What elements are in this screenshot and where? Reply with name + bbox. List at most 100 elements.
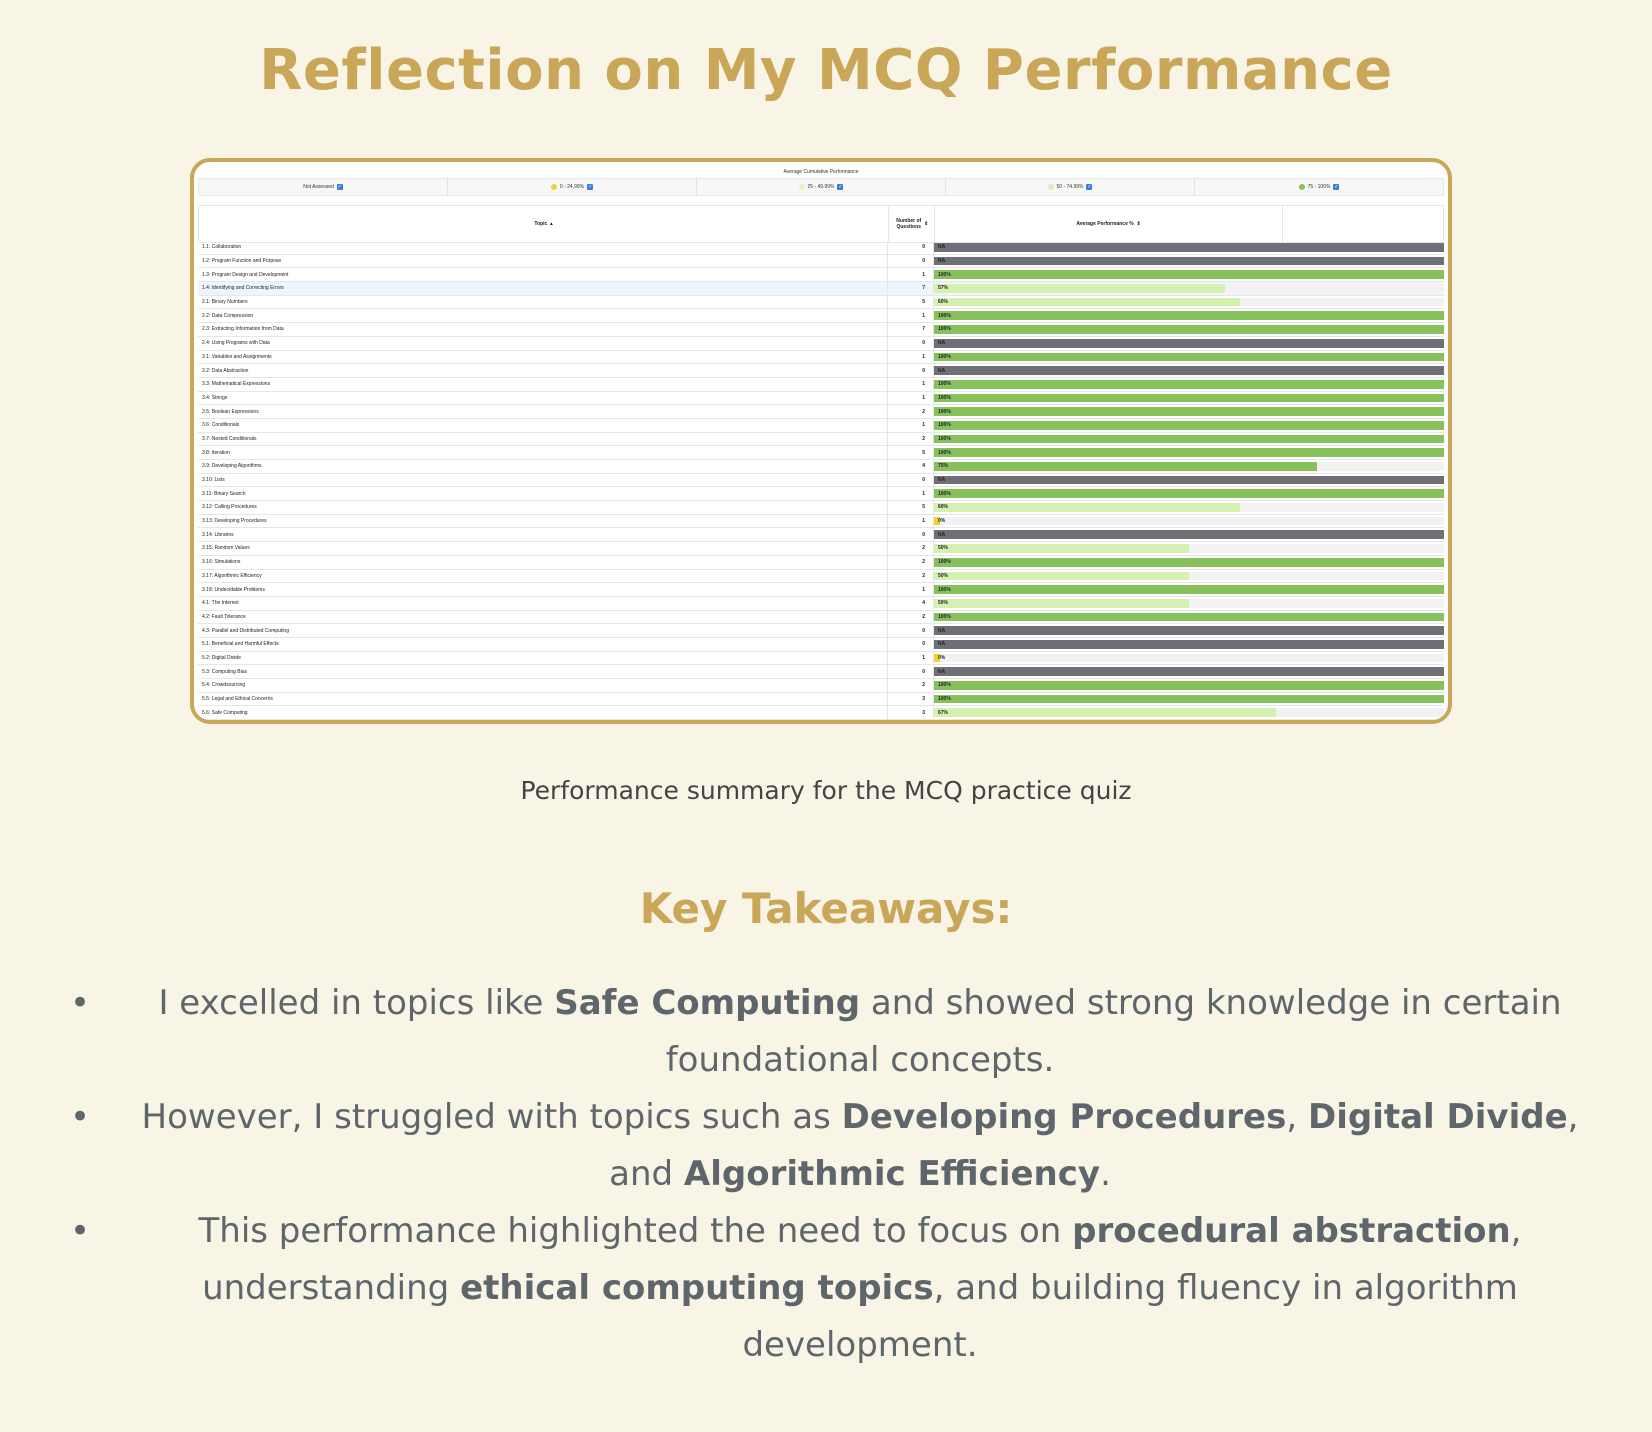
- table-row[interactable]: 1.1: Collaboration 0 NA: [198, 241, 1444, 255]
- performance-label: 100%: [938, 326, 951, 333]
- table-row[interactable]: 5.2: Digital Divide 1 0%: [198, 651, 1444, 666]
- checkbox-icon[interactable]: ✓: [1086, 184, 1093, 190]
- performance-bar-cell: NA: [934, 364, 1444, 377]
- table-row[interactable]: 3.16: Simulations 2 100%: [198, 555, 1444, 570]
- question-count-cell: 5: [888, 295, 934, 309]
- topic-cell: 5.5: Legal and Ethical Concerns: [198, 692, 888, 706]
- table-row[interactable]: 3.11: Binary Search 1 100%: [198, 487, 1444, 502]
- table-row[interactable]: 4.1: The Internet 4 50%: [198, 596, 1444, 611]
- performance-label: 60%: [938, 504, 949, 511]
- performance-bar: [934, 544, 1189, 553]
- table-row[interactable]: 1.3: Program Design and Development 1 100%: [198, 268, 1444, 283]
- table-row[interactable]: 3.3: Mathematical Expressions 1 100%: [198, 377, 1444, 392]
- legend-label: 25 - 49.99%: [807, 184, 835, 190]
- performance-label: 100%: [938, 312, 951, 319]
- checkbox-icon[interactable]: ✓: [336, 184, 343, 190]
- performance-label: 50%: [938, 600, 949, 607]
- table-row[interactable]: 3.15: Random Values 2 50%: [198, 542, 1444, 556]
- legend-item[interactable]: 25 - 49.99% ✓: [697, 179, 946, 195]
- legend-item[interactable]: 50 - 74.99% ✓: [946, 179, 1195, 195]
- table-row[interactable]: 5.6: Safe Computing 3 67%: [198, 706, 1444, 720]
- emphasis-text: Developing Procedures: [841, 1097, 1287, 1137]
- table-row[interactable]: 3.14: Libraries 0 NA: [198, 528, 1444, 543]
- table-row[interactable]: 5.4: Crowdsourcing 2 100%: [198, 679, 1444, 693]
- table-row[interactable]: 3.9: Developing Algorithms 4 75%: [198, 460, 1444, 474]
- checkbox-icon[interactable]: ✓: [837, 184, 844, 190]
- table-row[interactable]: 3.1: Variables and Assignments 1 100%: [198, 350, 1444, 365]
- table-row[interactable]: 4.3: Parallel and Distributed Computing 0…: [198, 624, 1444, 638]
- table-row[interactable]: 2.3: Extracting Information from Data 7 10…: [198, 323, 1444, 337]
- question-count-cell: 2: [888, 405, 934, 418]
- performance-bar: [934, 338, 1444, 348]
- performance-bar: [934, 284, 1225, 293]
- performance-bar-cell: 100%: [934, 487, 1444, 500]
- table-row[interactable]: 3.2: Data Abstraction 0 NA: [198, 364, 1444, 378]
- performance-bar: [934, 626, 1444, 635]
- table-row[interactable]: 3.13: Developing Procedures 1 0%: [198, 514, 1444, 529]
- table-row[interactable]: 4.2: Fault Tolerance 2 100%: [198, 610, 1444, 625]
- performance-bar-cell: 100%: [934, 309, 1444, 322]
- table-row[interactable]: 3.10: Lists 0 NA: [198, 473, 1444, 488]
- performance-label: 100%: [938, 422, 951, 429]
- performance-bar: [934, 325, 1444, 334]
- table-row[interactable]: 2.4: Using Programs with Data 0 NA: [198, 336, 1444, 351]
- question-count-cell: 2: [888, 432, 934, 446]
- table-row[interactable]: 2.2: Data Compression 1 100%: [198, 309, 1444, 324]
- topic-cell: 5.2: Digital Divide: [198, 651, 888, 665]
- performance-bar: [934, 585, 1444, 594]
- legend-item[interactable]: 75 - 100% ✓: [1195, 179, 1443, 195]
- performance-bar: [934, 557, 1444, 567]
- table-row[interactable]: 3.17: Algorithmic Efficiency 2 50%: [198, 569, 1444, 584]
- topic-cell: 1.3: Program Design and Development: [198, 268, 888, 282]
- table-row[interactable]: 5.3: Computing Bias 0 NA: [198, 665, 1444, 679]
- performance-screenshot: Average Cumulative Performance Not Asses…: [190, 158, 1452, 724]
- performance-bar: [934, 475, 1444, 485]
- legend-item[interactable]: 0 - 24.99% ✓: [448, 179, 697, 195]
- topic-cell: 1.2: Program Function and Purpose: [198, 254, 888, 268]
- question-count-cell: 0: [888, 336, 934, 350]
- checkbox-icon[interactable]: ✓: [587, 184, 594, 190]
- performance-bar: [934, 530, 1444, 540]
- performance-legend: Not Assessed ✓ 0 - 24.99% ✓ 25 - 49.99% ✓ 50 -…: [198, 178, 1444, 196]
- table-row[interactable]: 3.7: Nested Conditionals 2 100%: [198, 432, 1444, 447]
- table-row[interactable]: 3.6: Conditionals 1 100%: [198, 418, 1444, 433]
- performance-bar-cell: NA: [934, 624, 1444, 637]
- topic-cell: 3.10: Lists: [198, 473, 888, 487]
- column-header-perf: Average Performance % ⇕: [935, 206, 1283, 242]
- emphasis-text: Safe Computing: [554, 983, 861, 1023]
- topic-cell: 5.6: Safe Computing: [198, 706, 888, 720]
- column-header-num: Number of Questions ⇕: [889, 206, 935, 242]
- legend-label: 0 - 24.99%: [559, 184, 585, 190]
- performance-bar: [934, 708, 1276, 718]
- performance-bar-cell: 100%: [934, 556, 1444, 569]
- topic-cell: 4.2: Fault Tolerance: [198, 610, 888, 624]
- bullet-icon: •: [70, 1211, 91, 1251]
- performance-bar-cell: 100%: [934, 268, 1444, 281]
- topic-cell: 3.17: Algorithmic Efficiency: [198, 569, 888, 583]
- performance-bar: [934, 571, 1189, 581]
- table-row[interactable]: 2.1: Binary Numbers 5 60%: [198, 295, 1444, 310]
- question-count-cell: 0: [888, 624, 934, 637]
- performance-label: NA: [938, 641, 946, 648]
- table-row[interactable]: 1.2: Program Function and Purpose 0 NA: [198, 254, 1444, 269]
- table-row[interactable]: 3.18: Undecidable Problems 1 100%: [198, 583, 1444, 597]
- question-count-cell: 2: [888, 555, 934, 569]
- table-row[interactable]: 1.4: Identifying and Correcting Errors 7 5…: [198, 282, 1444, 296]
- performance-bar-cell: 75%: [934, 460, 1444, 473]
- topic-cell: 3.7: Nested Conditionals: [198, 432, 888, 446]
- legend-item[interactable]: Not Assessed ✓: [199, 179, 448, 195]
- performance-label: 100%: [938, 353, 951, 360]
- question-count-cell: 2: [888, 679, 934, 692]
- performance-bar: [934, 681, 1444, 690]
- topic-cell: 5.3: Computing Bias: [198, 665, 888, 678]
- checkbox-icon[interactable]: ✓: [1333, 184, 1340, 190]
- performance-bar-cell: 60%: [934, 501, 1444, 514]
- table-row[interactable]: 3.5: Boolean Expressions 2 100%: [198, 405, 1444, 419]
- table-row[interactable]: 3.8: Iteration 5 100%: [198, 446, 1444, 460]
- table-row[interactable]: 3.12: Calling Procedures 5 60%: [198, 501, 1444, 515]
- table-row[interactable]: 5.1: Beneficial and Harmful Effects 0 NA: [198, 637, 1444, 652]
- question-count-cell: 1: [888, 268, 934, 282]
- table-row[interactable]: 5.5: Legal and Ethical Concerns 3 100%: [198, 692, 1444, 707]
- table-row[interactable]: 3.4: Strings 1 100%: [198, 391, 1444, 406]
- performance-label: 100%: [938, 682, 951, 689]
